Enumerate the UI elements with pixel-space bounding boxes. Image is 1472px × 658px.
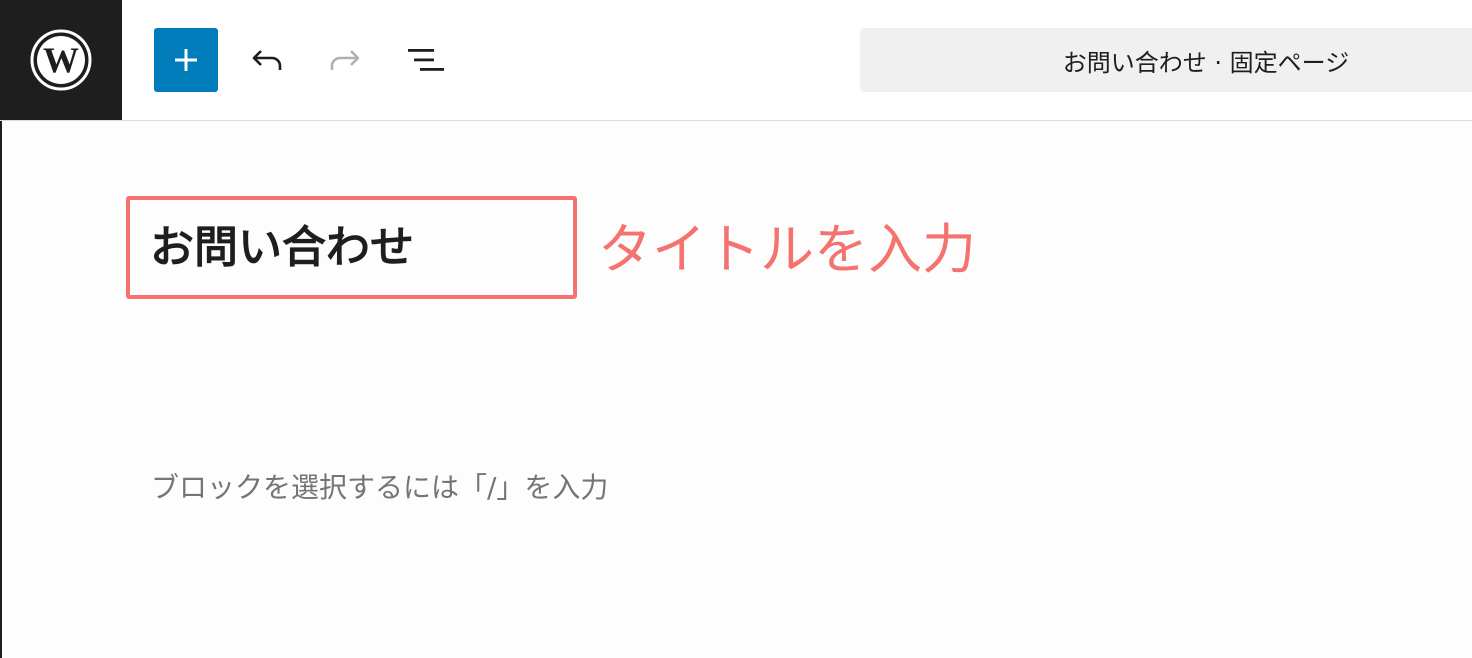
annotation-label: タイトルを入力 <box>598 218 976 281</box>
undo-button[interactable] <box>242 36 290 84</box>
block-inserter-button[interactable] <box>154 28 218 92</box>
list-view-button[interactable] <box>402 36 450 84</box>
title-highlight-box <box>126 196 577 299</box>
document-bar[interactable]: お問い合わせ · 固定ページ <box>860 28 1472 92</box>
redo-button[interactable] <box>322 36 370 84</box>
block-appender-placeholder[interactable]: ブロックを選択するには「/」を入力 <box>151 468 608 508</box>
list-view-icon <box>408 49 444 71</box>
svg-text:W: W <box>43 40 79 80</box>
undo-icon <box>252 50 282 70</box>
wordpress-logo-button[interactable]: W <box>0 0 122 120</box>
editor-header: W お問い合わせ · 固定ページ <box>0 0 1472 121</box>
redo-icon <box>330 50 360 70</box>
wordpress-logo-icon: W <box>30 29 92 91</box>
plus-icon <box>175 49 197 71</box>
document-title: お問い合わせ · 固定ページ <box>1062 48 1350 77</box>
